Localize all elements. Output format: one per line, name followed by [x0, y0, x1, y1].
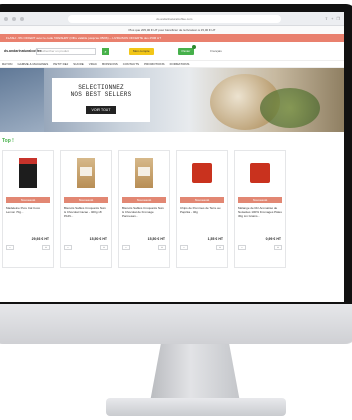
monitor-stand-base	[106, 398, 286, 416]
nav-item[interactable]: GAMME & MACHINES	[17, 62, 48, 66]
minus-icon[interactable]: −	[122, 245, 130, 250]
promo-banner[interactable]: FLASH: -5% OFFERT avec le code 'FRESH05'…	[0, 34, 344, 42]
account-button[interactable]: Mon compte	[129, 47, 154, 55]
product-image[interactable]	[119, 151, 169, 195]
window-dot-icon[interactable]	[4, 16, 8, 21]
nav-item[interactable]: PETIT DEJ	[53, 62, 68, 66]
product-package	[250, 163, 270, 183]
plus-icon[interactable]: +	[216, 245, 224, 250]
nav-item[interactable]: CONTACTS	[123, 62, 139, 66]
product-name[interactable]: Mélange de Riz Aromatisé de Noisettes 10…	[235, 203, 285, 237]
product-package	[192, 163, 212, 183]
monitor-stand	[150, 344, 240, 402]
product-card[interactable]: Nouveauté Biscuits Sablés Croquants Noix…	[60, 150, 112, 268]
plus-icon[interactable]: +	[100, 245, 108, 250]
product-card[interactable]: Nouveauté Chips de Pommes de Terre au Pa…	[176, 150, 228, 268]
site-logo[interactable]: ds.andarlnaturalcoffee	[4, 49, 42, 53]
share-icon[interactable]: ⇪	[325, 16, 328, 21]
nav-item[interactable]: VRAC	[89, 62, 97, 66]
section-title: Top !	[2, 138, 14, 144]
tabs-icon[interactable]: ❐	[336, 16, 340, 21]
product-name[interactable]: Biscuits Sablés Croquants Noix & Chocola…	[61, 203, 111, 237]
nav-item[interactable]: BOISSONS	[102, 62, 118, 66]
product-package	[135, 158, 153, 188]
hero-image	[0, 68, 44, 132]
language-select[interactable]: Français	[210, 49, 222, 53]
quantity-stepper: − +	[177, 241, 227, 250]
url-bar[interactable]: ds.andarlnaturalcoffee.com	[68, 14, 281, 23]
quantity-stepper: − +	[61, 241, 111, 250]
hero-cta-button[interactable]: VOIR TOUT	[85, 106, 117, 114]
nav-item[interactable]: PROMOTIONS	[144, 62, 165, 66]
hero-title-line: SELECTIONNEZ	[78, 84, 124, 91]
product-image[interactable]	[61, 151, 111, 195]
cart-button[interactable]: Panier	[177, 44, 197, 55]
nav-item[interactable]: RAYON	[2, 62, 12, 66]
plus-icon[interactable]: +	[42, 245, 50, 250]
plus-icon[interactable]: +	[158, 245, 166, 250]
product-card[interactable]: Nouveauté Biscuits Sablés Croquants Noix…	[118, 150, 170, 268]
minus-icon[interactable]: −	[180, 245, 188, 250]
minus-icon[interactable]: −	[238, 245, 246, 250]
nav-item[interactable]: SUCRE	[73, 62, 84, 66]
search-button[interactable]: ⌕	[102, 47, 109, 55]
quantity-stepper: − +	[119, 241, 169, 250]
hero-title-line: NOS BEST SELLERS	[70, 91, 132, 98]
product-package	[19, 158, 37, 188]
scene: ds.andarlnaturalcoffee.com ⇪ + ❐ Plus qu…	[0, 0, 352, 420]
product-package	[77, 158, 95, 188]
product-name[interactable]: Madeleine Pure Cal Coco Lemon 70g...	[3, 203, 53, 237]
minus-icon[interactable]: −	[64, 245, 72, 250]
product-image[interactable]	[177, 151, 227, 195]
quantity-stepper: − +	[235, 241, 285, 250]
site-header: ds.andarlnaturalcoffee Rechercher un pro…	[0, 42, 344, 60]
shipping-notice: Plus que 205,00 € HT pour bénéficier de …	[0, 26, 344, 34]
cart-label: Panier	[181, 48, 191, 53]
monitor: ds.andarlnaturalcoffee.com ⇪ + ❐ Plus qu…	[0, 4, 352, 344]
add-tab-icon[interactable]: +	[331, 16, 333, 21]
hero-card: SELECTIONNEZ NOS BEST SELLERS VOIR TOUT	[52, 78, 150, 122]
product-name[interactable]: Chips de Pommes de Terre au Paprika - 40…	[177, 203, 227, 237]
category-nav: RAYON GAMME & MACHINES PETIT DEJ SUCRE V…	[0, 60, 344, 68]
product-card[interactable]: Nouveauté Madeleine Pure Cal Coco Lemon …	[2, 150, 54, 268]
quantity-stepper: − +	[3, 241, 53, 250]
screen: ds.andarlnaturalcoffee.com ⇪ + ❐ Plus qu…	[0, 12, 344, 302]
window-dot-icon[interactable]	[20, 16, 24, 21]
search-icon: ⌕	[104, 48, 107, 54]
search-input[interactable]: Rechercher un produit	[36, 47, 96, 55]
product-image[interactable]	[235, 151, 285, 195]
hero-image	[260, 88, 320, 128]
window-dot-icon[interactable]	[12, 16, 16, 21]
product-list: Nouveauté Madeleine Pure Cal Coco Lemon …	[0, 146, 344, 268]
browser-chrome: ds.andarlnaturalcoffee.com ⇪ + ❐	[0, 12, 344, 26]
monitor-chin	[0, 304, 352, 344]
cart-count-badge	[192, 44, 197, 49]
browser-icons: ⇪ + ❐	[325, 16, 340, 21]
monitor-bezel: ds.andarlnaturalcoffee.com ⇪ + ❐ Plus qu…	[0, 4, 352, 304]
minus-icon[interactable]: −	[6, 245, 14, 250]
plus-icon[interactable]: +	[274, 245, 282, 250]
hero-banner[interactable]: SELECTIONNEZ NOS BEST SELLERS VOIR TOUT	[0, 68, 344, 132]
product-image[interactable]	[3, 151, 53, 195]
product-card[interactable]: Nouveauté Mélange de Riz Aromatisé de No…	[234, 150, 286, 268]
nav-item[interactable]: FORMATIONS	[170, 62, 190, 66]
product-name[interactable]: Biscuits Sablés Croquants Noix & Chocola…	[119, 203, 169, 237]
